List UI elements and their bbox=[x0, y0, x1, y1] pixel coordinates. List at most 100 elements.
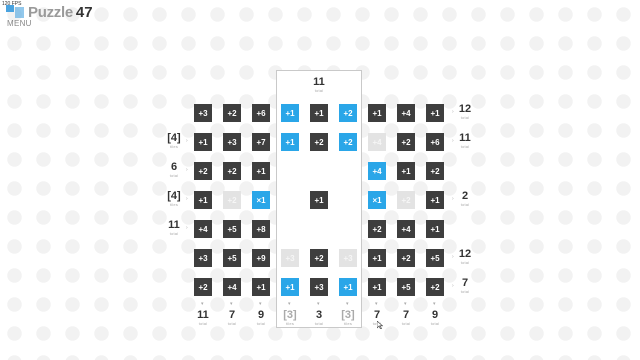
clue-value: [3] bbox=[283, 309, 297, 321]
clue-value: 12 bbox=[458, 248, 472, 260]
right-clue[interactable]: 12 total bbox=[454, 103, 476, 123]
menu-button[interactable]: MENU bbox=[7, 19, 32, 28]
clue-arrow-icon: › bbox=[186, 225, 188, 231]
logo-icon bbox=[6, 5, 24, 20]
grid-tile[interactable]: +1 bbox=[397, 162, 415, 180]
grid-tile[interactable]: +3 bbox=[194, 249, 212, 267]
clue-value: 11 bbox=[197, 309, 209, 321]
left-clue[interactable]: [4] tiles bbox=[163, 190, 185, 210]
clue-caption: total bbox=[460, 115, 470, 120]
clue-value: 7 bbox=[461, 277, 469, 289]
grid-tile[interactable]: +2 bbox=[426, 162, 444, 180]
grid-tile[interactable]: +1 bbox=[368, 104, 386, 122]
right-clue[interactable]: 7 total bbox=[454, 277, 476, 297]
grid-tile[interactable]: ×1 bbox=[252, 191, 270, 209]
grid-tile[interactable]: +8 bbox=[252, 220, 270, 238]
grid-tile[interactable]: +4 bbox=[368, 133, 386, 151]
clue-caption: tiles bbox=[169, 144, 179, 149]
clue-caption: tiles bbox=[285, 321, 295, 326]
clue-caption: total bbox=[169, 173, 179, 178]
bottom-clue[interactable]: 9 total bbox=[424, 309, 446, 329]
clue-value: 12 bbox=[458, 103, 472, 115]
grid-tile[interactable]: +2 bbox=[397, 191, 415, 209]
grid-tile[interactable]: +5 bbox=[223, 249, 241, 267]
grid-tile[interactable]: +2 bbox=[194, 278, 212, 296]
left-clue[interactable]: [4] tiles bbox=[163, 132, 185, 152]
grid-tile[interactable]: +2 bbox=[223, 162, 241, 180]
clue-caption: total bbox=[198, 321, 208, 326]
grid-tile[interactable]: +2 bbox=[310, 133, 328, 151]
grid-tile[interactable]: +1 bbox=[310, 191, 328, 209]
grid-tile[interactable]: +2 bbox=[310, 249, 328, 267]
bottom-clue[interactable]: 11 total bbox=[192, 309, 214, 329]
bottom-clue[interactable]: [3] tiles bbox=[279, 309, 301, 329]
grid-tile[interactable]: +2 bbox=[426, 278, 444, 296]
grid-tile[interactable]: +2 bbox=[368, 220, 386, 238]
grid-tile[interactable]: +4 bbox=[223, 278, 241, 296]
grid-tile[interactable]: +2 bbox=[397, 133, 415, 151]
right-clue[interactable]: 11 total bbox=[454, 132, 476, 152]
right-clue[interactable]: 2 total bbox=[454, 190, 476, 210]
grid-tile[interactable]: +5 bbox=[426, 249, 444, 267]
grid-tile[interactable]: +4 bbox=[194, 220, 212, 238]
clue-caption: total bbox=[460, 289, 470, 294]
top-clue[interactable]: 11 total bbox=[308, 76, 330, 96]
clue-value: 9 bbox=[431, 309, 439, 321]
right-clue[interactable]: 12 total bbox=[454, 248, 476, 268]
grid-tile[interactable]: +1 bbox=[426, 104, 444, 122]
clue-value: 6 bbox=[170, 161, 178, 173]
grid-tile[interactable]: +1 bbox=[252, 278, 270, 296]
grid-tile[interactable]: +3 bbox=[310, 278, 328, 296]
grid-tile[interactable]: +5 bbox=[397, 278, 415, 296]
grid-tile[interactable]: +1 bbox=[368, 278, 386, 296]
grid-tile[interactable]: +1 bbox=[339, 278, 357, 296]
grid-tile[interactable]: +3 bbox=[223, 133, 241, 151]
clue-caption: total bbox=[401, 321, 411, 326]
bottom-clue[interactable]: 7total bbox=[395, 309, 417, 329]
grid-tile[interactable]: +9 bbox=[252, 249, 270, 267]
bottom-clue[interactable]: [3] tiles bbox=[337, 309, 359, 329]
grid-tile[interactable]: +1 bbox=[281, 104, 299, 122]
grid-tile[interactable]: +3 bbox=[281, 249, 299, 267]
grid-tile[interactable]: +5 bbox=[223, 220, 241, 238]
clue-arrow-icon: ▾ bbox=[288, 301, 291, 307]
clue-caption: total bbox=[169, 231, 179, 236]
clue-arrow-icon: ▾ bbox=[433, 301, 436, 307]
grid-tile[interactable]: +1 bbox=[368, 249, 386, 267]
grid-tile[interactable]: +1 bbox=[252, 162, 270, 180]
grid-tile[interactable]: ×1 bbox=[368, 191, 386, 209]
bottom-clue[interactable]: 7total bbox=[221, 309, 243, 329]
grid-tile[interactable]: +1 bbox=[426, 191, 444, 209]
grid-tile[interactable]: +3 bbox=[194, 104, 212, 122]
left-clue[interactable]: 11 total bbox=[163, 219, 185, 239]
grid-tile[interactable]: +4 bbox=[397, 220, 415, 238]
grid-tile[interactable]: +3 bbox=[339, 249, 357, 267]
grid-tile[interactable]: +6 bbox=[252, 104, 270, 122]
grid-tile[interactable]: +4 bbox=[397, 104, 415, 122]
bottom-clue[interactable]: 9 total bbox=[250, 309, 272, 329]
grid-tile[interactable]: +7 bbox=[252, 133, 270, 151]
grid-tile[interactable]: +1 bbox=[310, 104, 328, 122]
clue-value: 11 bbox=[313, 76, 325, 88]
grid-tile[interactable]: +2 bbox=[339, 133, 357, 151]
grid-tile[interactable]: +1 bbox=[426, 220, 444, 238]
bottom-clue[interactable]: 3 total bbox=[308, 309, 330, 329]
clue-arrow-icon: › bbox=[186, 196, 188, 202]
clue-caption: total bbox=[460, 260, 470, 265]
clue-caption: total bbox=[314, 321, 324, 326]
grid-tile[interactable]: +1 bbox=[194, 191, 212, 209]
left-clue[interactable]: 6 total bbox=[163, 161, 185, 181]
grid-tile[interactable]: +2 bbox=[223, 104, 241, 122]
grid-tile[interactable]: +1 bbox=[281, 133, 299, 151]
grid-tile[interactable]: +2 bbox=[194, 162, 212, 180]
grid-tile[interactable]: +1 bbox=[281, 278, 299, 296]
clue-caption: total bbox=[460, 202, 470, 207]
grid-tile[interactable]: +6 bbox=[426, 133, 444, 151]
clue-value: 7 bbox=[373, 309, 381, 321]
grid-tile[interactable]: +2 bbox=[339, 104, 357, 122]
grid-tile[interactable]: +4 bbox=[368, 162, 386, 180]
grid-tile[interactable]: +1 bbox=[194, 133, 212, 151]
grid-tile[interactable]: +2 bbox=[397, 249, 415, 267]
clue-caption: total bbox=[314, 88, 324, 93]
grid-tile[interactable]: +2 bbox=[223, 191, 241, 209]
